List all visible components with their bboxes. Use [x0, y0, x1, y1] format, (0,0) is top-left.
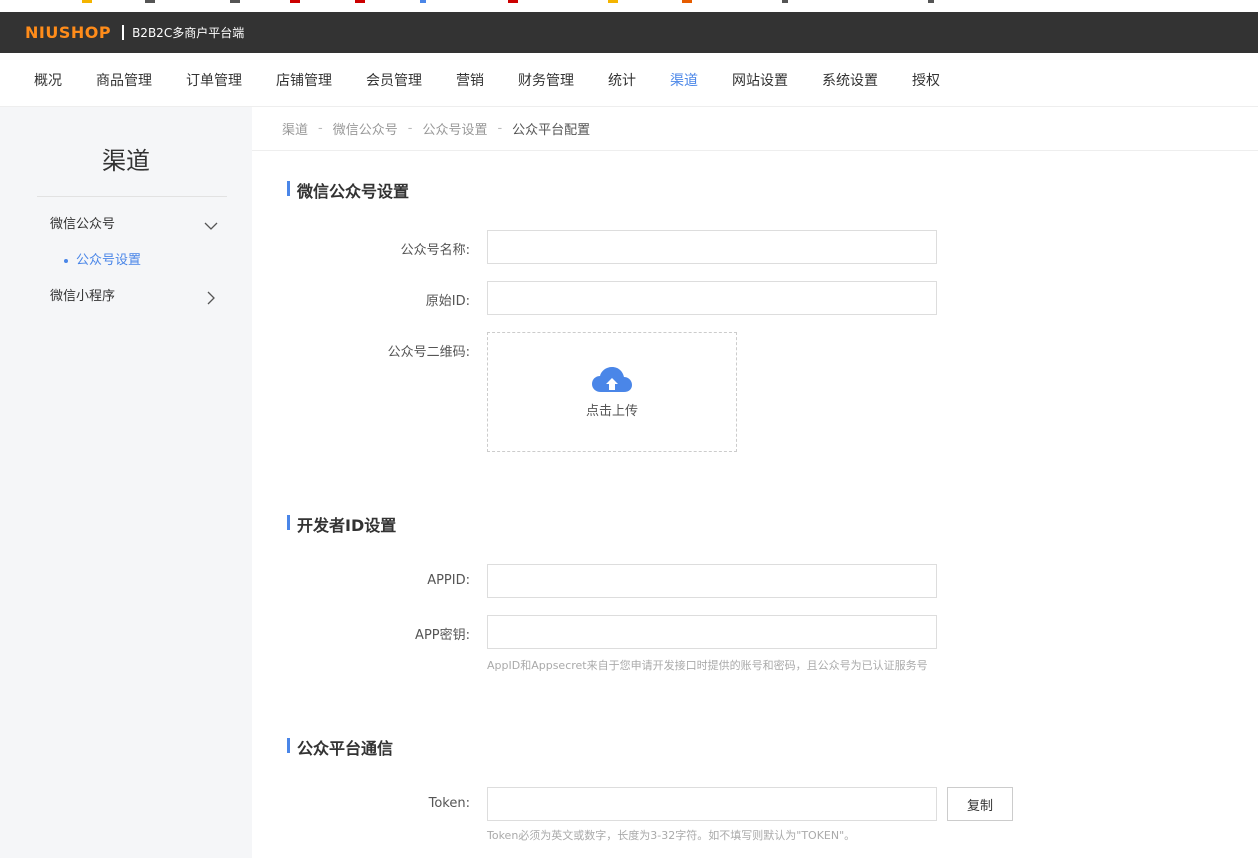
header-subtitle: B2B2C多商户平台端	[132, 26, 245, 40]
nav-item-system[interactable]: 系统设置	[822, 70, 878, 90]
field-label-token: Token:	[428, 796, 470, 811]
field-label-app-secret: APP密钥:	[415, 628, 470, 643]
tab-marker	[608, 0, 618, 3]
tab-marker	[508, 0, 518, 3]
breadcrumb-current: 公众平台配置	[512, 123, 591, 138]
section-title-developer: 开发者ID设置	[287, 512, 396, 536]
breadcrumb-separator: -	[318, 121, 323, 136]
section-title-platform: 公众平台通信	[287, 735, 393, 759]
nav-item-members[interactable]: 会员管理	[366, 70, 422, 90]
logo[interactable]: NIUSHOP	[25, 23, 111, 42]
nav-item-website[interactable]: 网站设置	[732, 70, 788, 90]
tab-marker	[782, 0, 788, 3]
token-input[interactable]	[487, 787, 937, 821]
copy-button[interactable]: 复制	[947, 787, 1013, 821]
nav-item-goods[interactable]: 商品管理	[96, 70, 152, 90]
nav-item-finance[interactable]: 财务管理	[518, 70, 574, 90]
sidebar-group-label: 微信公众号	[50, 217, 116, 232]
sidebar-divider	[37, 196, 227, 197]
nav-item-overview[interactable]: 概况	[34, 70, 62, 90]
breadcrumb-item[interactable]: 渠道	[282, 119, 308, 138]
field-label-appid: APPID:	[427, 573, 470, 588]
tab-marker	[355, 0, 365, 3]
nav-item-shops[interactable]: 店铺管理	[276, 70, 332, 90]
breadcrumb-item[interactable]: 公众号设置	[422, 119, 487, 138]
sidebar-title: 渠道	[102, 147, 150, 175]
breadcrumb-item[interactable]: 微信公众号	[333, 119, 398, 138]
appid-input[interactable]	[487, 564, 937, 598]
tab-marker	[682, 0, 692, 3]
upload-label: 点击上传	[585, 403, 638, 419]
sidebar-item-account-settings[interactable]: 公众号设置	[0, 243, 252, 279]
sidebar-item-label: 公众号设置	[76, 253, 142, 268]
sidebar-group-wechat-official[interactable]: 微信公众号	[0, 207, 252, 243]
tab-marker	[145, 0, 155, 3]
developer-hint: AppID和Appsecret来自于您申请开发接口时提供的账号和密码，且公众号为…	[487, 659, 928, 672]
breadcrumb-separator: -	[407, 121, 413, 136]
nav-item-channels[interactable]: 渠道	[670, 70, 698, 90]
breadcrumb: 渠道 - 微信公众号 - 公众号设置 - 公众平台配置	[252, 107, 1258, 151]
tab-marker	[420, 0, 426, 3]
main-content: 渠道 - 微信公众号 - 公众号设置 - 公众平台配置	[252, 107, 1258, 858]
breadcrumb-separator: -	[497, 121, 503, 136]
origin-id-input[interactable]	[487, 281, 937, 315]
chevron-right-icon	[204, 279, 218, 315]
main-nav: 概况 商品管理 订单管理 店铺管理 会员管理 营销 财务管理 统计 渠道 网站设…	[0, 53, 1258, 107]
nav-item-license[interactable]: 授权	[912, 70, 940, 90]
nav-item-orders[interactable]: 订单管理	[186, 70, 242, 90]
token-hint: Token必须为英文或数字，长度为3-32字符。如不填写则默认为"TOKEN"。	[487, 829, 856, 842]
sidebar-group-wechat-miniprogram[interactable]: 微信小程序	[0, 279, 252, 315]
chevron-down-icon	[204, 207, 218, 243]
qrcode-upload-area[interactable]: 点击上传	[487, 332, 737, 452]
account-name-input[interactable]	[487, 230, 937, 264]
header-divider	[122, 25, 125, 40]
sidebar: 渠道 微信公众号 公众号设置 微信小程序	[0, 107, 252, 858]
top-header: NIUSHOP B2B2C多商户平台端	[0, 12, 1258, 53]
tab-marker	[82, 0, 92, 3]
tab-marker	[290, 0, 300, 3]
browser-strip	[0, 0, 1258, 12]
field-label-qrcode: 公众号二维码:	[387, 345, 470, 360]
cloud-upload-icon	[592, 366, 632, 392]
section-title-wechat: 微信公众号设置	[287, 178, 409, 202]
nav-item-stats[interactable]: 统计	[608, 70, 636, 90]
field-label-origin-id: 原始ID:	[425, 294, 470, 309]
sidebar-group-label: 微信小程序	[50, 289, 116, 304]
nav-item-marketing[interactable]: 营销	[456, 70, 484, 90]
tab-marker	[928, 0, 934, 3]
bullet-icon	[64, 258, 68, 263]
app-secret-input[interactable]	[487, 615, 937, 649]
field-label-account-name: 公众号名称:	[400, 243, 470, 258]
tab-marker	[230, 0, 240, 3]
